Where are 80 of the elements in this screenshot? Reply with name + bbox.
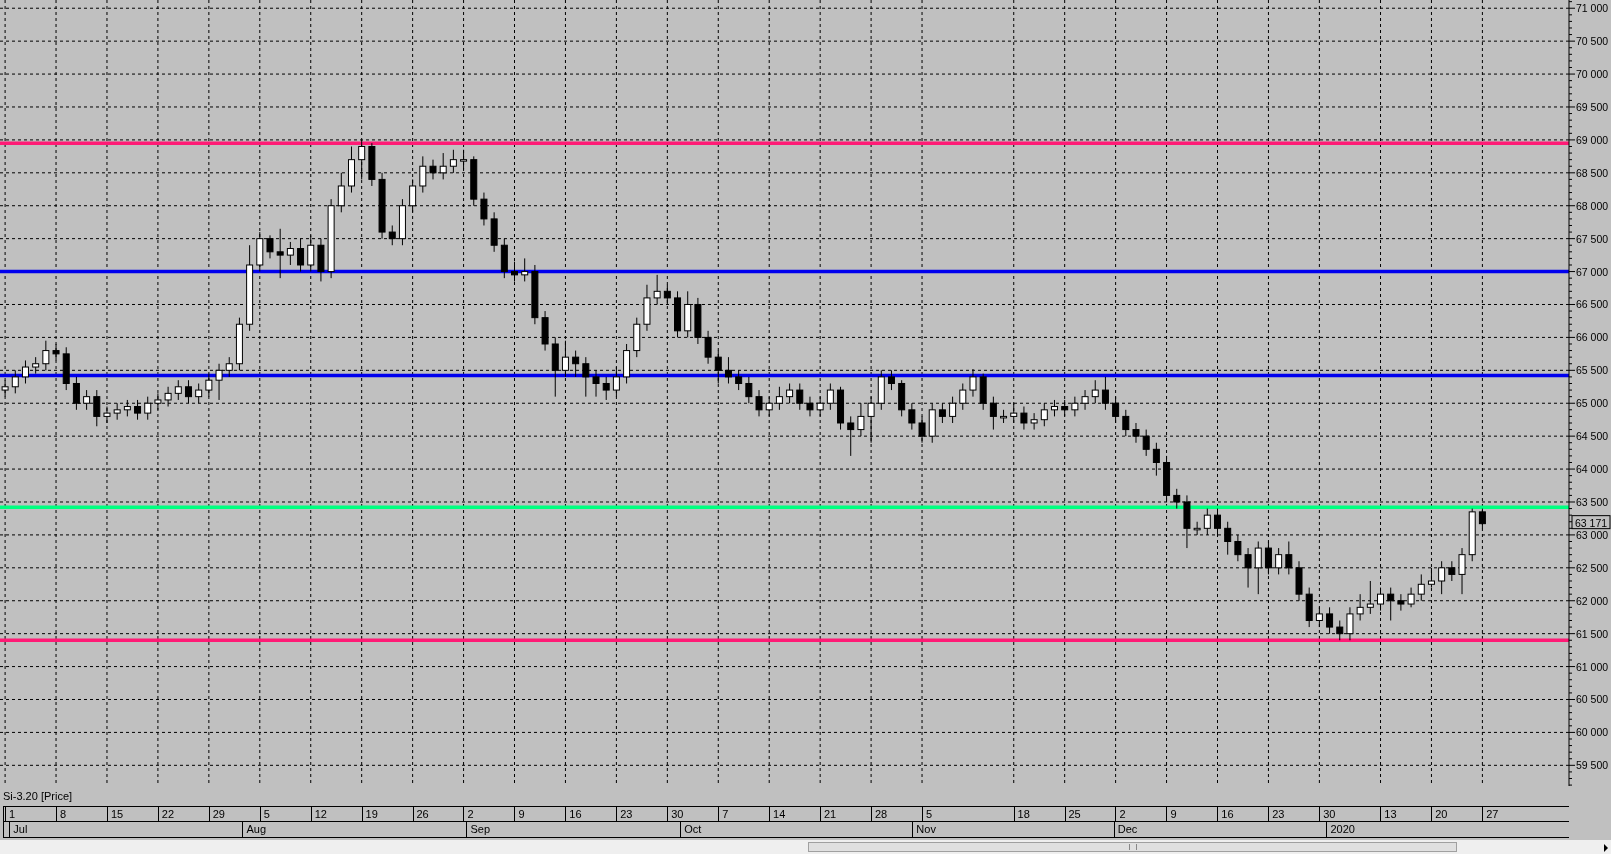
price-axis-label: 69 500 <box>1576 101 1609 113</box>
price-axis-label: 60 500 <box>1576 693 1609 706</box>
month-axis-label: 2020 <box>1326 822 1568 837</box>
price-axis-label: 70 500 <box>1576 35 1609 48</box>
price-axis-label: 62 000 <box>1576 594 1609 607</box>
price-axis-label: 64 500 <box>1576 430 1609 443</box>
date-axis-label: 5 <box>259 807 311 821</box>
candlestick <box>174 379 182 401</box>
date-axis-label: 14 <box>769 807 820 821</box>
date-axis-label: 15 <box>106 807 158 821</box>
date-axis-label: 2 <box>463 807 515 821</box>
price-axis-label: 63 000 <box>1576 528 1609 541</box>
date-axis-label: 2 <box>1115 807 1167 821</box>
date-axis-label: 13 <box>1380 807 1432 821</box>
price-axis-label: 65 500 <box>1576 364 1609 377</box>
date-axis-label: 27 <box>1482 807 1569 821</box>
price-axis-label: 62 500 <box>1576 561 1609 574</box>
horizontal-scrollbar[interactable] <box>0 840 1611 854</box>
price-axis-label: 67 500 <box>1576 232 1609 245</box>
date-axis-label: 30 <box>1319 807 1381 821</box>
price-axis-label: 61 500 <box>1576 627 1609 640</box>
price-axis-label: 65 000 <box>1576 397 1609 410</box>
price-axis-label: 68 000 <box>1576 199 1609 212</box>
month-axis-label: Oct <box>680 822 913 837</box>
candlestick <box>521 257 529 282</box>
candlestick <box>1030 412 1038 431</box>
price-axis-label: 68 500 <box>1576 166 1609 179</box>
date-axis-label: 28 <box>870 807 922 821</box>
price-axis-label: 59 500 <box>1576 759 1609 772</box>
date-axis-label: 30 <box>667 807 719 821</box>
date-axis-label: 20 <box>1431 807 1483 821</box>
date-axis-label: 9 <box>1166 807 1218 821</box>
date-axis-label: 12 <box>310 807 362 821</box>
date-axis-label: 29 <box>208 807 260 821</box>
price-axis-label: 67 000 <box>1576 265 1609 278</box>
horizontal-level-line[interactable] <box>0 269 1569 274</box>
candlestick <box>602 376 610 401</box>
horizontal-level-line[interactable] <box>0 373 1569 378</box>
candlestick <box>1122 409 1130 437</box>
price-axis-label: 63 500 <box>1576 496 1609 508</box>
date-axis-label: 8 <box>55 807 107 821</box>
date-axis-label: 18 <box>1013 807 1065 821</box>
month-axis-label: Jul <box>9 822 243 837</box>
candlestick <box>1000 409 1008 424</box>
month-axis-label: Nov <box>912 822 1114 837</box>
price-axis-label: 61 000 <box>1576 660 1609 673</box>
candlestick <box>1020 406 1028 431</box>
series-label: Si-3.20 [Price] <box>2 789 73 804</box>
date-axis-label: 16 <box>565 807 617 821</box>
price-axis-label: 69 000 <box>1576 133 1609 146</box>
price-axis-label: 70 000 <box>1576 68 1609 81</box>
candlestick <box>103 406 111 424</box>
scrollbar-thumb[interactable] <box>808 842 1457 852</box>
date-axis-label: 21 <box>820 807 871 821</box>
date-axis-label: 26 <box>412 807 464 821</box>
date-axis-label: 25 <box>1064 807 1116 821</box>
candlestick <box>42 340 50 371</box>
date-axis-label: 23 <box>616 807 668 821</box>
price-axis-label: 64 000 <box>1576 463 1609 476</box>
date-axis-label: 1 <box>5 807 56 821</box>
last-price-tag: 63 171 <box>1571 515 1611 530</box>
price-axis-label: 66 500 <box>1576 298 1609 311</box>
price-axis-label: 66 000 <box>1576 331 1609 344</box>
month-axis-label: Sep <box>466 822 681 837</box>
date-axis-label: 23 <box>1268 807 1320 821</box>
date-axis-label: 5 <box>921 807 1014 821</box>
price-axis-label: 71 000 <box>1576 2 1609 15</box>
candlestick <box>745 376 753 404</box>
candlestick <box>786 383 794 404</box>
price-axis-label: 60 000 <box>1576 726 1609 739</box>
right-arrow-icon[interactable] <box>1603 844 1609 852</box>
date-axis-label: 19 <box>361 807 413 821</box>
date-axis-label: 7 <box>718 807 770 821</box>
candlestick <box>286 241 294 266</box>
date-axis-label: 9 <box>514 807 566 821</box>
month-axis-label: Aug <box>242 822 467 837</box>
candlestick <box>1091 379 1099 404</box>
date-axis-label: 16 <box>1217 807 1269 821</box>
month-axis-label: Dec <box>1113 822 1327 837</box>
date-axis-label: 22 <box>157 807 209 821</box>
